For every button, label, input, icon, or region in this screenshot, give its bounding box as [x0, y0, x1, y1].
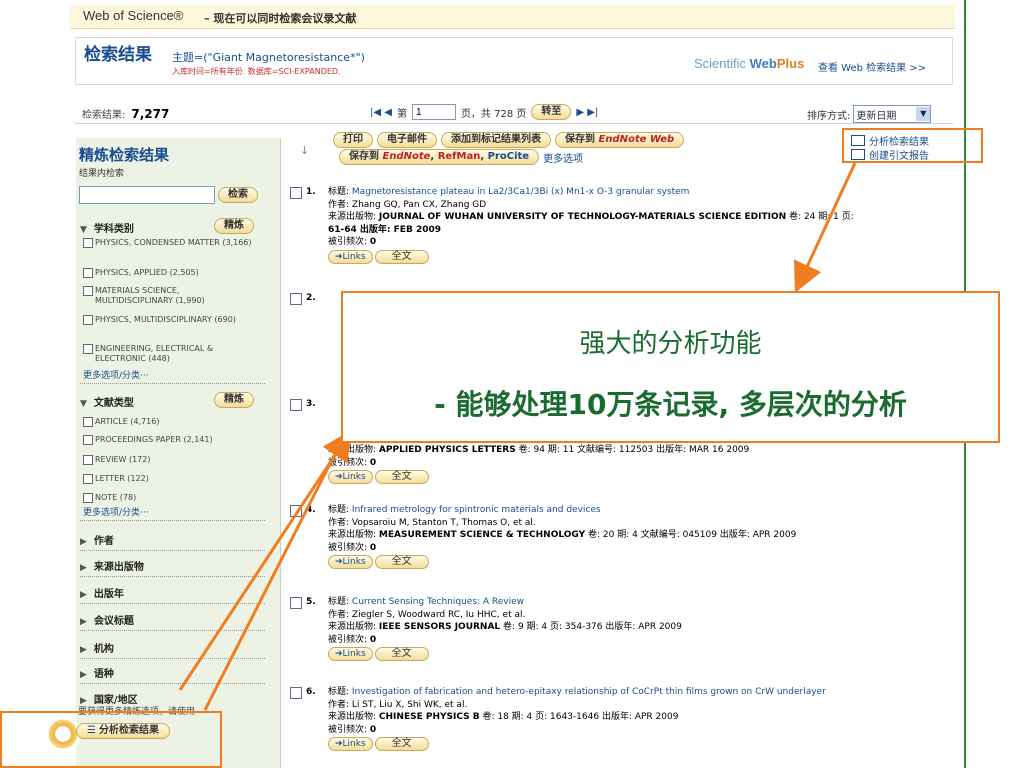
- callout-line-1: 强大的分析功能: [579, 329, 762, 359]
- callout-box: 强大的分析功能 - 能够处理10万条记录, 多层次的分析: [341, 291, 1000, 443]
- callout-line-2: - 能够处理10万条记录, 多层次的分析: [434, 388, 907, 421]
- arrow-to-callout: [793, 162, 857, 293]
- arrow-to-sidebar-button: [203, 449, 339, 711]
- arrow-from-sidebar-button: [178, 429, 352, 691]
